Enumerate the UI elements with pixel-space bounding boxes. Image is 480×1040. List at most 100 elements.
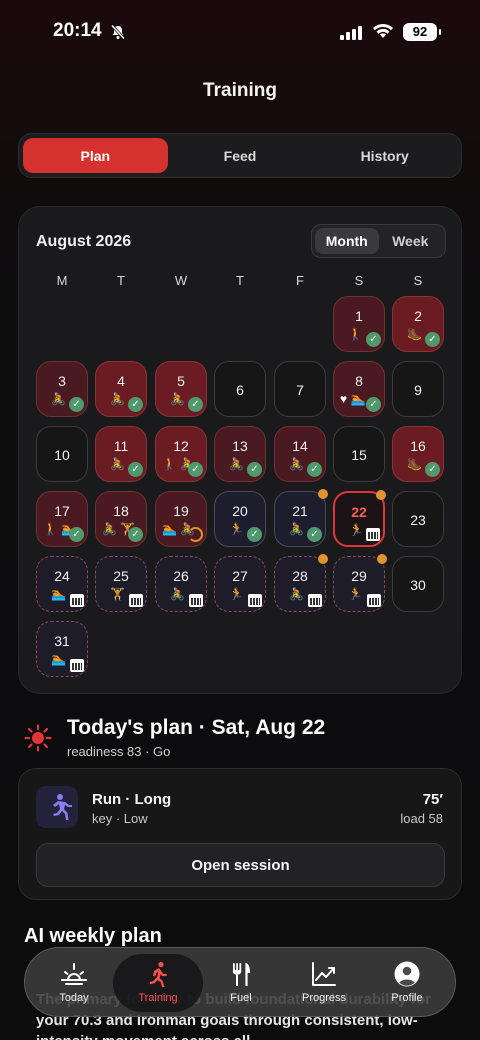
completed-check-icon: ✓	[247, 462, 262, 477]
fork-knife-icon	[232, 963, 250, 986]
calendar-day-number: 27	[232, 568, 248, 584]
sun-icon	[24, 724, 52, 752]
tab-history[interactable]: History	[312, 138, 457, 173]
calendar-day-number: 8	[355, 373, 363, 389]
calendar-day[interactable]: 19 🏊 🚴	[155, 491, 207, 547]
tab-profile[interactable]: Profile	[362, 954, 452, 1012]
calendar-day[interactable]: 2 🥾 ✓	[392, 296, 444, 352]
calendar-day[interactable]: 4 🚴 ✓	[95, 361, 147, 417]
calendar-day-number: 21	[292, 503, 308, 519]
calendar-day-number: 16	[410, 438, 426, 454]
scheduled-calendar-icon	[367, 594, 381, 607]
calendar-day[interactable]: 3 🚴 ✓	[36, 361, 88, 417]
calendar-day-number: 31	[54, 633, 70, 649]
tab-plan[interactable]: Plan	[23, 138, 168, 173]
calendar-day[interactable]: 26 🚴	[155, 556, 207, 612]
completed-check-icon: ✓	[128, 462, 143, 477]
tab-feed[interactable]: Feed	[168, 138, 313, 173]
calendar-day-number: 5	[177, 373, 185, 389]
calendar-day[interactable]: 11 🚴 ✓	[95, 426, 147, 482]
readiness-status: readiness 83 · Go	[67, 744, 171, 759]
session-duration: 75′	[422, 791, 443, 808]
tab-progress[interactable]: Progress	[279, 954, 369, 1012]
calendar-day[interactable]: 15	[333, 426, 385, 482]
sport-icons: 🏊	[51, 652, 66, 666]
calendar-day[interactable]: 30	[392, 556, 444, 612]
tab-fuel-label: Fuel	[230, 992, 252, 1004]
calendar-day-number: 14	[292, 438, 308, 454]
calendar-day[interactable]: 6	[214, 361, 266, 417]
battery-indicator: 92	[403, 23, 441, 41]
calendar-day[interactable]: 8 ♥ 🏊 ✓	[333, 361, 385, 417]
calendar-day[interactable]: 31 🏊	[36, 621, 88, 677]
completed-check-icon: ✓	[307, 527, 322, 542]
calendar-day[interactable]: 14 🚴 ✓	[274, 426, 326, 482]
session-card[interactable]: Run · Long key · Low 75′ load 58 Open se…	[18, 768, 462, 900]
sport-icons: 🚴	[289, 587, 304, 601]
calendar-day-number: 29	[351, 568, 367, 584]
calendar-day[interactable]: 10	[36, 426, 88, 482]
calendar-day[interactable]: 21 🚴 ✓	[274, 489, 328, 547]
calendar-day[interactable]: 22 🏃	[333, 490, 386, 547]
tab-training[interactable]: Training	[113, 954, 203, 1012]
week-view-button[interactable]: Week	[379, 228, 443, 254]
calendar-day[interactable]: 23	[392, 491, 444, 547]
calendar-day-number: 19	[173, 503, 189, 519]
sunrise-icon	[61, 963, 87, 985]
chart-icon	[312, 962, 336, 986]
sport-icons: 🚴	[110, 392, 125, 406]
section-tabs: Plan Feed History	[18, 133, 462, 178]
calendar-day[interactable]: 20 🏃 ✓	[214, 491, 266, 547]
calendar-day[interactable]: 1 🚶 ✓	[333, 296, 385, 352]
tab-training-label: Training	[138, 992, 178, 1004]
completed-check-icon: ✓	[366, 397, 381, 412]
open-session-button[interactable]: Open session	[36, 843, 445, 887]
scheduled-calendar-icon	[70, 659, 84, 672]
weekday-header: M	[56, 273, 68, 288]
cellular-signal-icon	[340, 26, 366, 40]
calendar-day[interactable]: 12 🚶 🚴 ✓	[155, 426, 207, 482]
weekday-header: T	[117, 273, 125, 288]
status-time: 20:14	[53, 20, 102, 41]
tab-profile-label: Profile	[391, 992, 423, 1004]
calendar-day[interactable]: 29 🏃	[333, 554, 387, 612]
completed-check-icon: ✓	[247, 527, 262, 542]
sport-icons: 🚴	[289, 457, 304, 471]
calendar-day-number: 7	[296, 382, 304, 398]
calendar-card: August 2026 Month Week MTWTFSS 1 🚶 ✓ 2 🥾 ✓ 3 🚴 ✓…	[18, 206, 462, 694]
calendar-day-number: 20	[232, 503, 248, 519]
calendar-day[interactable]: 25 🏋	[95, 556, 147, 612]
calendar-day[interactable]: 18 🚴 🏋 ✓	[95, 491, 147, 547]
completed-check-icon: ✓	[425, 462, 440, 477]
calendar-day[interactable]: 24 🏊	[36, 556, 88, 612]
calendar-view-toggle: Month Week	[311, 224, 446, 258]
calendar-day[interactable]: 7	[274, 361, 326, 417]
calendar-day[interactable]: 27 🏃	[214, 556, 266, 612]
completed-check-icon: ✓	[366, 332, 381, 347]
session-name: Run · Long	[92, 791, 172, 808]
pending-dot-icon	[318, 554, 328, 564]
month-view-button[interactable]: Month	[315, 228, 379, 254]
calendar-day-number: 2	[414, 308, 422, 324]
sport-icons: 🚴	[170, 587, 185, 601]
tab-fuel[interactable]: Fuel	[196, 954, 286, 1012]
calendar-day[interactable]: 5 🚴 ✓	[155, 361, 207, 417]
scheduled-calendar-icon	[129, 594, 143, 607]
sport-icons: 🚴	[110, 457, 125, 471]
calendar-day-number: 1	[355, 308, 363, 324]
todays-plan-title: Today's plan · Sat, Aug 22	[67, 716, 326, 739]
calendar-day[interactable]: 13 🚴 ✓	[214, 426, 266, 482]
profile-icon	[394, 961, 420, 987]
tab-progress-label: Progress	[301, 992, 347, 1004]
completed-check-icon: ✓	[188, 462, 203, 477]
calendar-day[interactable]: 28 🚴	[274, 554, 328, 612]
calendar-day[interactable]: 17 🚶 🏊 ✓	[36, 491, 88, 547]
ai-weekly-plan-title: AI weekly plan	[24, 925, 162, 947]
calendar-day-number: 9	[414, 382, 422, 398]
calendar-day-number: 13	[232, 438, 248, 454]
calendar-day[interactable]: 9	[392, 361, 444, 417]
calendar-day[interactable]: 16 🥾 ✓	[392, 426, 444, 482]
in-progress-ring-icon	[188, 527, 203, 542]
tab-today-label: Today	[59, 992, 89, 1004]
tab-today[interactable]: Today	[29, 954, 119, 1012]
